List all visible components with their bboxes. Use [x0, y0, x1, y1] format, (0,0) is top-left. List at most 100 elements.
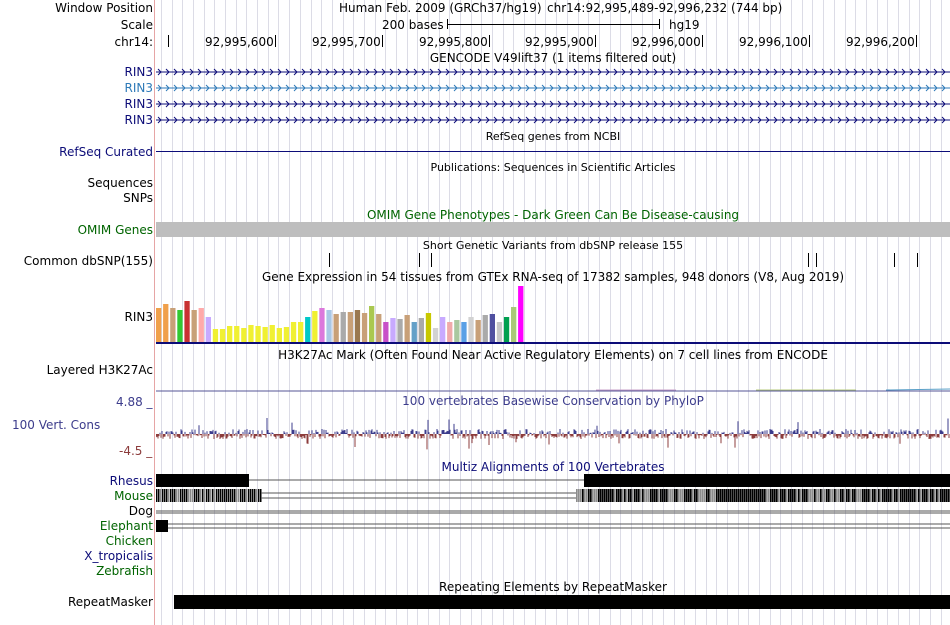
- gtex-gene-label[interactable]: RIN3: [125, 310, 154, 324]
- multiz-track-title: Multiz Alignments of 100 Vertebrates: [441, 460, 665, 474]
- mouse-alignment-block: [806, 489, 808, 502]
- mouse-alignment-block: [880, 489, 882, 502]
- mouse-alignment-block: [238, 489, 240, 502]
- repeatmasker-element[interactable]: [174, 595, 950, 609]
- gtex-tissue-bar: [347, 312, 353, 342]
- phylop-wiggle[interactable]: [156, 410, 950, 460]
- mouse-alignment-block: [780, 489, 782, 502]
- gtex-tissue-bar: [482, 315, 488, 342]
- gencode-transcript-label[interactable]: RIN3: [125, 81, 154, 95]
- mouse-alignment-block: [850, 489, 852, 502]
- mouse-alignment-block: [580, 489, 582, 502]
- refseq-gene-line[interactable]: [156, 151, 950, 152]
- multiz-species-rhesus[interactable]: Rhesus: [110, 474, 153, 488]
- gtex-tissue-bar: [319, 308, 325, 342]
- mouse-alignment-block: [744, 489, 746, 502]
- genome-browser-image[interactable]: Window Position Human Feb. 2009 (GRCh37/…: [0, 0, 950, 625]
- rhesus-alignment-block: [584, 474, 950, 487]
- mouse-alignment-block: [584, 489, 586, 502]
- mouse-alignment-block: [182, 489, 184, 502]
- publications-snps-label[interactable]: SNPs: [123, 191, 153, 205]
- mouse-alignment-block: [702, 489, 704, 502]
- mouse-alignment-block: [710, 489, 712, 502]
- gencode-transcript-label[interactable]: RIN3: [125, 113, 154, 127]
- gtex-tissue-bar: [511, 307, 517, 342]
- mouse-alignment-block: [664, 489, 666, 502]
- mouse-alignment-block: [872, 489, 874, 502]
- mouse-alignment-block: [816, 489, 818, 502]
- omim-gene-bar[interactable]: [156, 222, 950, 237]
- mouse-alignment-block: [644, 489, 646, 502]
- multiz-species-dog[interactable]: Dog: [129, 504, 153, 518]
- phylop-label[interactable]: 100 Vert. Cons: [12, 418, 100, 432]
- snp-variant[interactable]: [894, 253, 895, 267]
- omim-label[interactable]: OMIM Genes: [78, 223, 153, 237]
- multiz-alignments[interactable]: [156, 473, 950, 533]
- snp-variant[interactable]: [808, 253, 809, 267]
- mouse-alignment-block: [190, 489, 192, 502]
- mouse-alignment-block: [620, 489, 622, 502]
- phylop-min-label: -4.5 _: [119, 444, 153, 458]
- mouse-alignment-block: [776, 489, 778, 502]
- snp-variant[interactable]: [431, 253, 432, 267]
- multiz-species-zebrafish[interactable]: Zebrafish: [96, 564, 153, 578]
- gencode-transcript-label[interactable]: RIN3: [125, 97, 154, 111]
- gtex-tissue-bar: [397, 319, 403, 342]
- mouse-alignment-block: [586, 489, 588, 502]
- mouse-alignment-block: [244, 489, 246, 502]
- mouse-alignment-block: [596, 489, 598, 502]
- dbsnp-label[interactable]: Common dbSNP(155): [24, 254, 153, 268]
- snp-variant[interactable]: [329, 253, 330, 267]
- snp-variant[interactable]: [419, 253, 420, 267]
- mouse-alignment-block: [786, 489, 788, 502]
- gencode-transcripts[interactable]: [156, 64, 950, 128]
- mouse-alignment-block: [848, 489, 850, 502]
- mouse-alignment-block: [842, 489, 844, 502]
- scale-label: Scale: [120, 18, 153, 32]
- mouse-alignment-block: [708, 489, 710, 502]
- repeatmasker-label[interactable]: RepeatMasker: [68, 595, 153, 609]
- mouse-alignment-block: [946, 489, 948, 502]
- gtex-tissue-bar: [163, 304, 169, 342]
- mouse-alignment-block: [858, 489, 860, 502]
- gencode-transcript-label[interactable]: RIN3: [125, 65, 154, 79]
- mouse-alignment-block: [650, 489, 652, 502]
- mouse-alignment-block: [582, 489, 584, 502]
- mouse-alignment-block: [216, 489, 218, 502]
- gtex-expression-chart[interactable]: [156, 284, 950, 346]
- mouse-alignment-block: [604, 489, 606, 502]
- h3k27ac-signal[interactable]: [156, 384, 950, 394]
- mouse-alignment-block: [830, 489, 832, 502]
- ruler-tick-label: 92,995,800: [419, 35, 488, 49]
- multiz-species-chicken[interactable]: Chicken: [106, 534, 153, 548]
- mouse-alignment-block: [226, 489, 228, 502]
- publications-sequences-label[interactable]: Sequences: [88, 176, 153, 190]
- snp-variant[interactable]: [816, 253, 817, 267]
- multiz-species-xtropicalis[interactable]: X_tropicalis: [84, 549, 153, 563]
- mouse-alignment-block: [158, 489, 160, 502]
- mouse-alignment-block: [870, 489, 872, 502]
- mouse-alignment-block: [884, 489, 886, 502]
- mouse-alignment-block: [732, 489, 734, 502]
- multiz-species-elephant[interactable]: Elephant: [100, 519, 153, 533]
- h3k27ac-label[interactable]: Layered H3K27Ac: [47, 363, 153, 377]
- mouse-alignment-block: [794, 489, 796, 502]
- multiz-species-mouse[interactable]: Mouse: [114, 489, 153, 503]
- gtex-tissue-bar: [276, 328, 282, 342]
- mouse-alignment-block: [814, 489, 816, 502]
- snp-variant[interactable]: [917, 253, 918, 267]
- gtex-tissue-bar: [333, 314, 339, 342]
- refseq-label[interactable]: RefSeq Curated: [59, 145, 153, 159]
- mouse-alignment-block: [162, 489, 164, 502]
- mouse-alignment-block: [754, 489, 756, 502]
- mouse-alignment-block: [840, 489, 842, 502]
- gtex-tissue-bar: [255, 326, 261, 342]
- mouse-alignment-block: [940, 489, 942, 502]
- mouse-alignment-block: [766, 489, 768, 502]
- mouse-alignment-block: [942, 489, 944, 502]
- mouse-alignment-block: [256, 489, 258, 502]
- mouse-alignment-block: [854, 489, 856, 502]
- mouse-alignment-block: [716, 489, 718, 502]
- gtex-tissue-bar: [390, 318, 396, 342]
- mouse-alignment-block: [626, 489, 628, 502]
